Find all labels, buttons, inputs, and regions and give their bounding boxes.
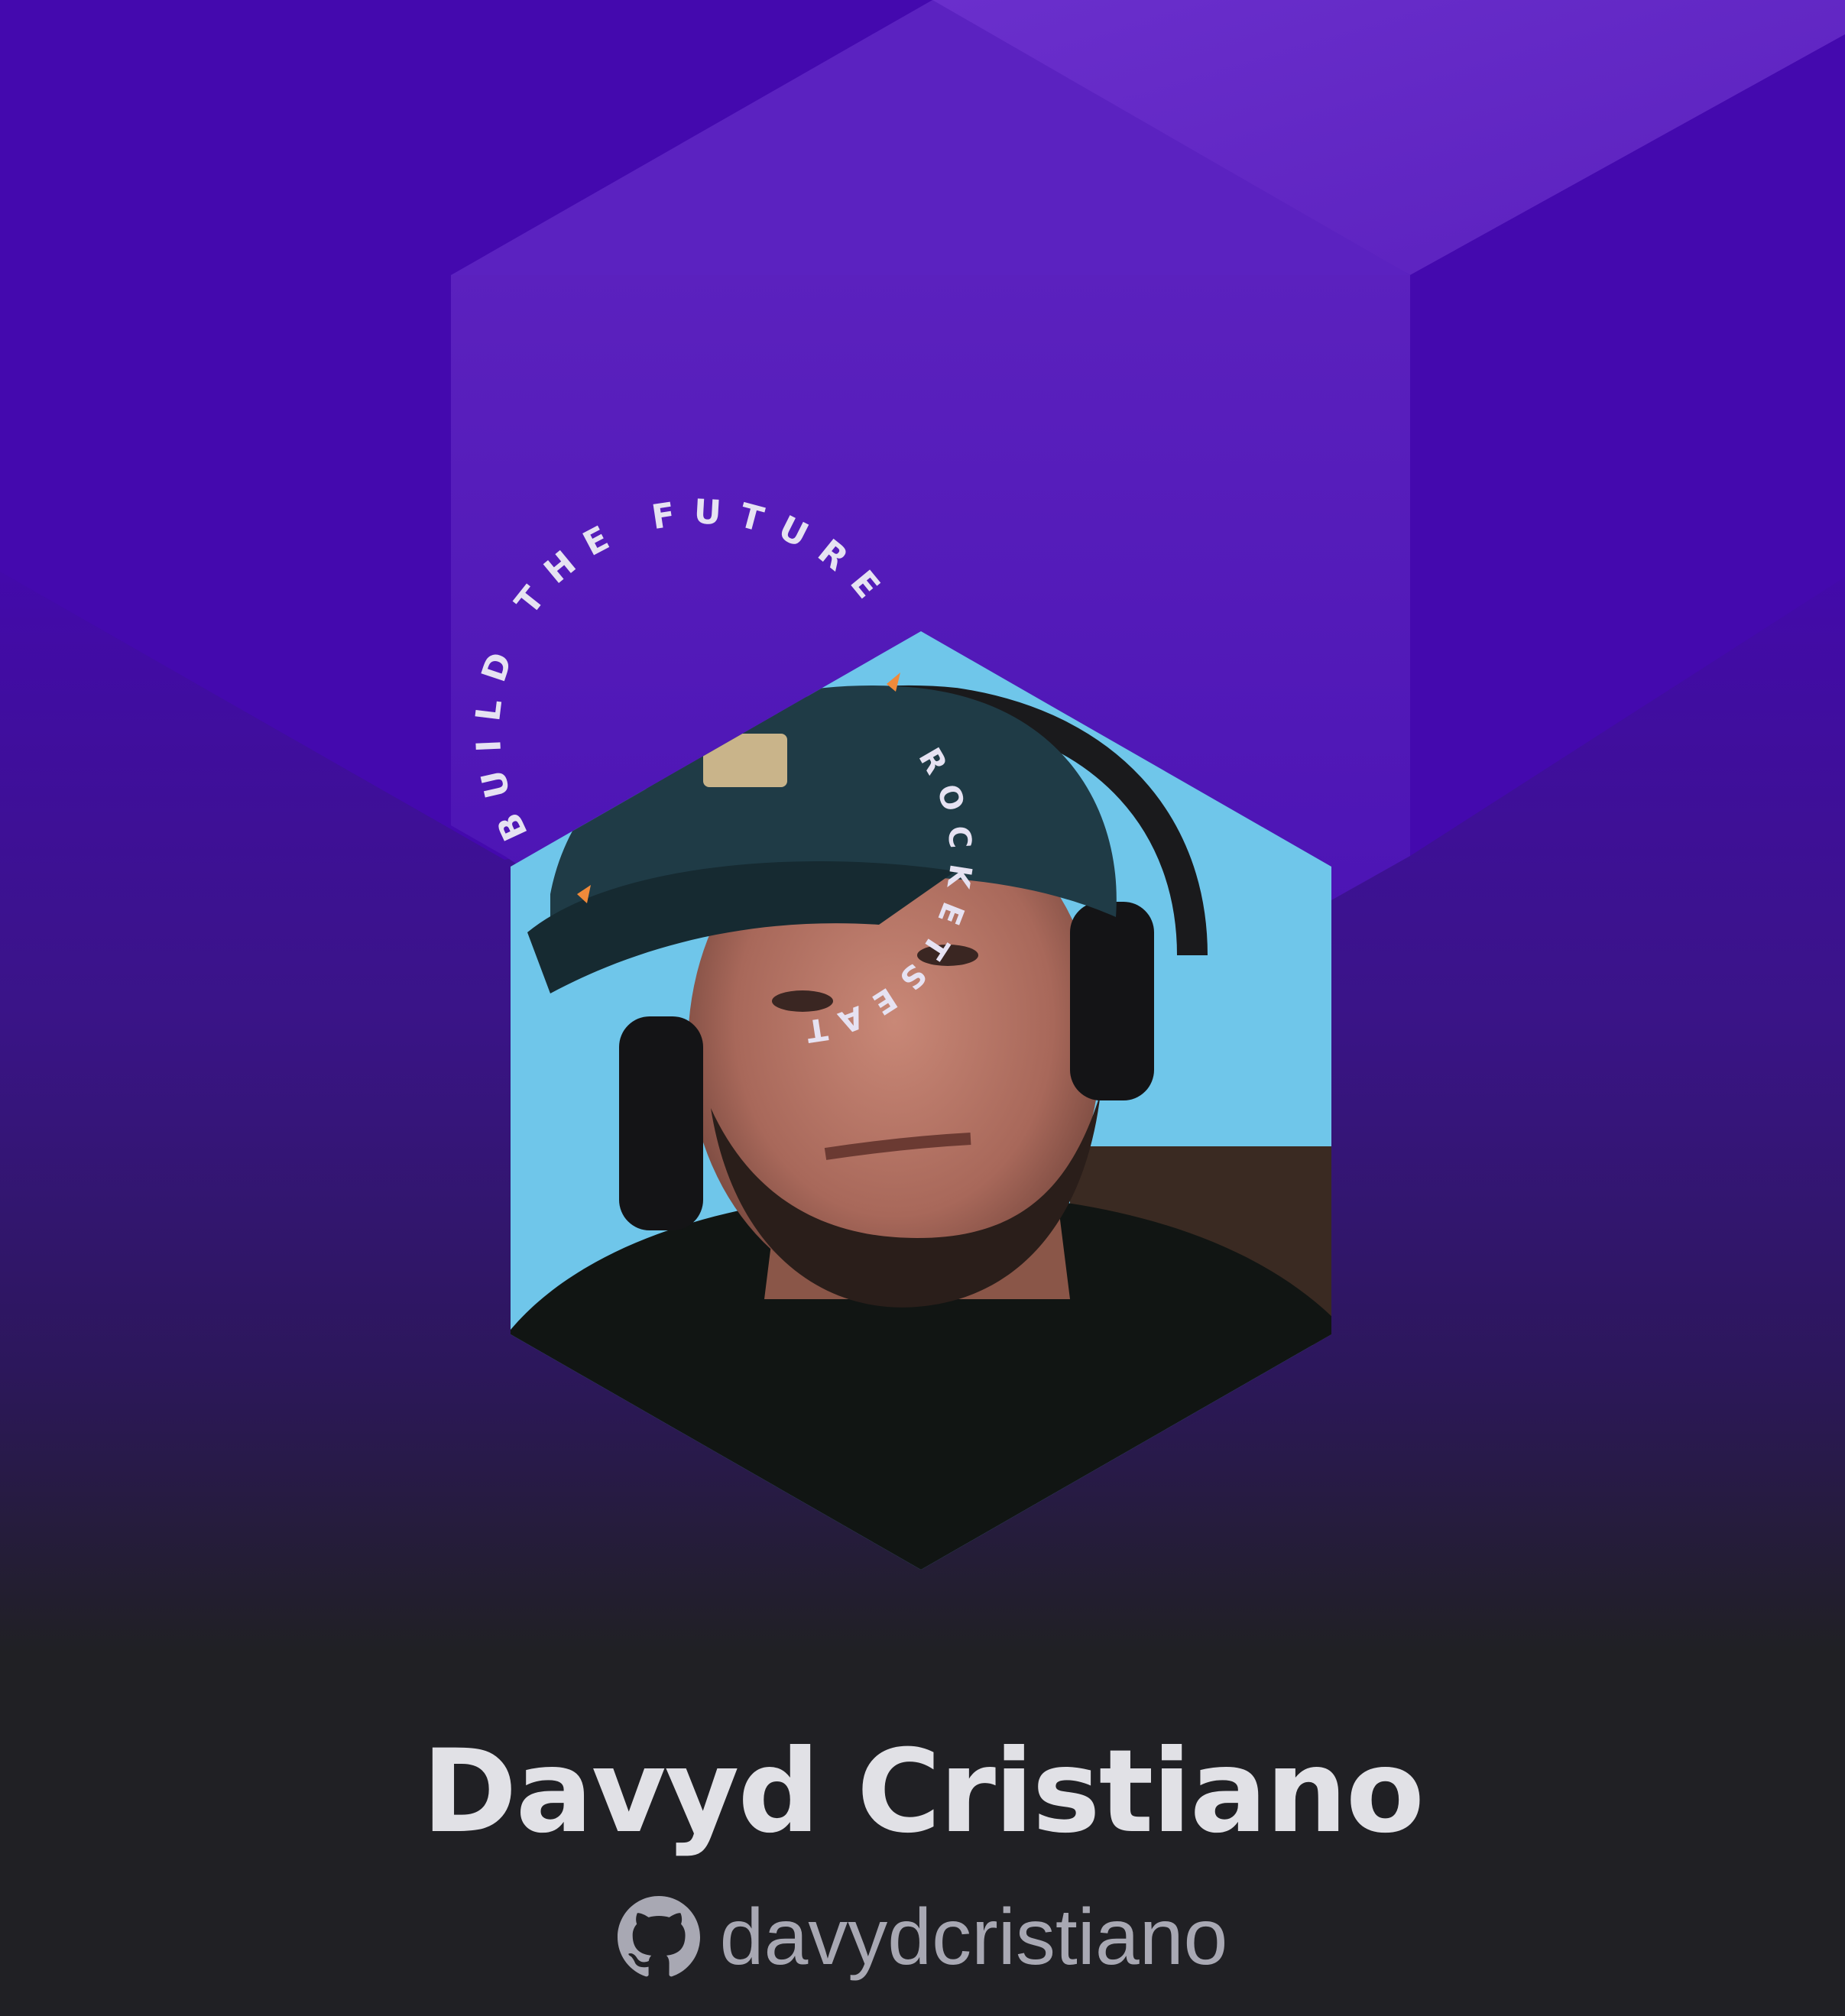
github-handle[interactable]: davydcristiano [720, 1895, 1228, 1979]
profile-name: Davyd Cristiano [422, 1726, 1425, 1859]
profile-card: BUILD THE FUTURE ROCKETSEAT Davyd Cristi… [0, 0, 1845, 2016]
avatar: BUILD THE FUTURE ROCKETSEAT [469, 492, 1331, 1570]
github-link[interactable]: davydcristiano [0, 1895, 1845, 1979]
github-icon [617, 1896, 700, 1977]
